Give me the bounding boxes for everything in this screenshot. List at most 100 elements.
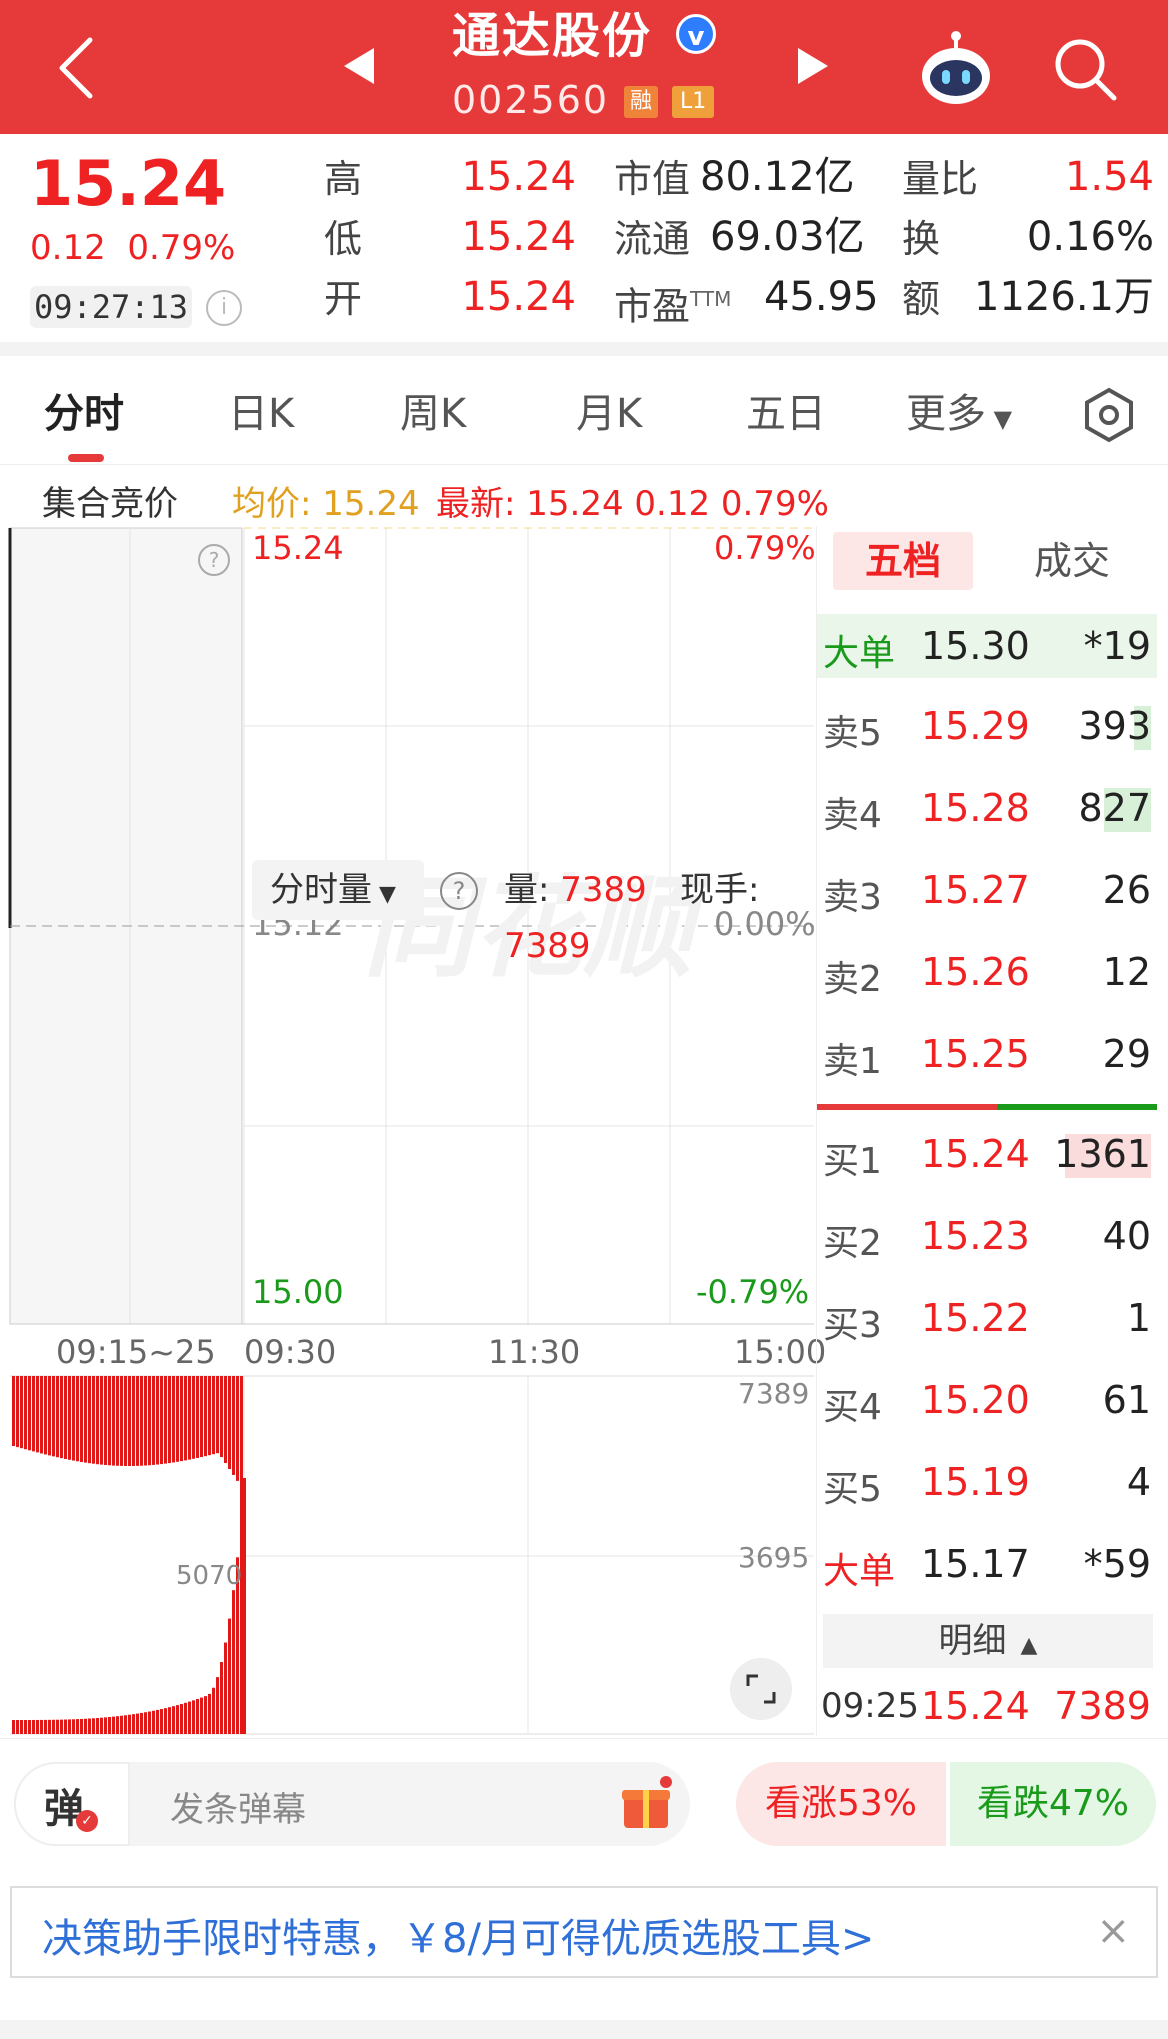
promo-banner[interactable]: 决策助手限时特惠，￥8/月可得优质选股工具> × xyxy=(10,1886,1158,1978)
auction-volume-bar-bottom xyxy=(232,1590,235,1734)
danmu-placeholder[interactable]: 发条弹幕 xyxy=(170,1782,306,1831)
vote-bullish-button[interactable]: 看涨53% xyxy=(736,1762,946,1846)
auction-volume-bar-top xyxy=(172,1376,175,1463)
open-label: 开 xyxy=(324,277,363,321)
ask-level-label: 卖1 xyxy=(823,1041,882,1082)
auction-volume-bar-bottom xyxy=(168,1707,171,1734)
tab-monthly-k[interactable]: 月K xyxy=(576,384,642,444)
active-tab-indicator xyxy=(68,454,104,462)
danmu-toggle[interactable]: 弹 ✓ xyxy=(14,1762,130,1846)
tab-daily-k[interactable]: 日K xyxy=(228,384,294,444)
robot-assistant-icon[interactable] xyxy=(916,30,996,110)
axis-price-high: 15.24 xyxy=(252,529,344,567)
tab-five-day[interactable]: 五日 xyxy=(746,384,826,444)
intraday-chart[interactable]: 同花顺 15.24 15.12 15.00 0.79% 0.00% -0.79%… xyxy=(8,526,826,1735)
stock-name[interactable]: 通达股份 xyxy=(452,6,652,66)
bid-level-row[interactable]: 买5 15.19 4 xyxy=(817,1450,1157,1514)
bid-level-row[interactable]: 买3 15.22 1 xyxy=(817,1286,1157,1350)
ask-level-row[interactable]: 卖4 15.28 827 xyxy=(817,776,1157,840)
promo-text[interactable]: 决策助手限时特惠，￥8/月可得优质选股工具> xyxy=(42,1906,874,1964)
auction-volume-bar-top xyxy=(72,1376,75,1461)
auction-volume-bar-bottom xyxy=(176,1705,179,1734)
auction-volume-bar-bottom xyxy=(12,1720,15,1734)
tab-more[interactable]: 更多 ▼ xyxy=(906,384,1012,449)
bid-level-row[interactable]: 买4 15.20 61 xyxy=(817,1368,1157,1432)
bid-level-label: 买1 xyxy=(823,1141,882,1182)
latest-price-label: 最新: 15.24 0.12 0.79% xyxy=(436,484,829,524)
auction-volume-bar-top xyxy=(240,1376,243,1487)
bid-level-price: 15.19 xyxy=(921,1460,1030,1504)
ask-level-row[interactable]: 卖5 15.29 393 xyxy=(817,694,1157,758)
fullscreen-expand-icon[interactable] xyxy=(730,1658,792,1720)
gift-icon[interactable] xyxy=(618,1776,674,1832)
tab-intraday[interactable]: 分时 xyxy=(44,384,124,444)
auction-volume-bar-bottom xyxy=(216,1677,219,1734)
chart-canvas: 同花顺 xyxy=(8,527,814,1735)
axis-time-open: 09:30 xyxy=(244,1333,337,1371)
high-label: 高 xyxy=(324,157,363,201)
auction-volume-bar-bottom xyxy=(40,1719,43,1734)
back-arrow-icon[interactable] xyxy=(48,28,108,108)
auction-volume-bar-top xyxy=(168,1376,171,1464)
volume-label: 量: 7389 xyxy=(504,868,647,912)
axis-pct-high: 0.79% xyxy=(714,529,816,567)
chevron-down-icon: ▼ xyxy=(986,405,1013,433)
auction-volume-bar-top xyxy=(104,1376,107,1465)
auction-volume-bar-top xyxy=(80,1376,83,1462)
ask-level-price: 15.29 xyxy=(921,704,1030,748)
close-icon[interactable]: × xyxy=(1096,1908,1130,1954)
settings-hexagon-icon[interactable] xyxy=(1080,386,1138,444)
auction-volume-bar-top xyxy=(56,1376,59,1458)
auction-volume-bar-top xyxy=(76,1376,79,1462)
tab-five-levels[interactable]: 五档 xyxy=(833,532,973,590)
auction-volume-bar-bottom xyxy=(212,1687,215,1734)
auction-volume-bar-top xyxy=(60,1376,63,1459)
auction-volume-bar-bottom xyxy=(64,1719,67,1734)
ask-level-price: 15.27 xyxy=(921,868,1030,912)
price-change-value: 0.12 xyxy=(30,228,106,268)
auction-volume-bar-bottom xyxy=(192,1700,195,1734)
ask-level-row[interactable]: 卖3 15.27 26 xyxy=(817,858,1157,922)
chart-info-line: 集合竞价 均价: 15.24 最新: 15.24 0.12 0.79% xyxy=(0,470,1168,526)
auction-volume-bar-top xyxy=(68,1376,71,1460)
axis-time-auction: 09:15~25 xyxy=(56,1333,216,1371)
info-icon[interactable]: i xyxy=(206,290,242,326)
auction-volume-bar-bottom xyxy=(128,1714,131,1734)
bid-level-price: 15.23 xyxy=(921,1214,1030,1258)
auction-volume-bar-bottom xyxy=(52,1719,55,1734)
ask-level-label: 卖2 xyxy=(823,959,882,1000)
previous-stock-icon[interactable] xyxy=(338,42,382,90)
market-cap-value: 80.12亿 xyxy=(700,154,855,200)
auction-volume-bar-top xyxy=(164,1376,167,1464)
search-icon[interactable] xyxy=(1050,34,1120,104)
high-value: 15.24 xyxy=(461,154,576,200)
trade-vol: 7389 xyxy=(1054,1684,1151,1728)
auction-volume-bar-top xyxy=(12,1376,15,1446)
trade-row: 09:25 15.24 7389 xyxy=(817,1680,1157,1734)
help-icon[interactable]: ? xyxy=(198,544,230,576)
ask-level-row[interactable]: 卖2 15.26 12 xyxy=(817,940,1157,1004)
detail-toggle[interactable]: 明细 ▲ xyxy=(823,1614,1153,1668)
help-icon[interactable]: ? xyxy=(440,872,478,910)
big-sell-vol: *19 xyxy=(1083,624,1151,668)
bid-level-volume: 4 xyxy=(1126,1460,1151,1504)
danmu-input-bar[interactable]: 弹 ✓ 发条弹幕 xyxy=(14,1762,690,1846)
verified-badge-icon: v xyxy=(676,14,716,54)
tab-weekly-k[interactable]: 周K xyxy=(400,384,466,444)
stock-code: 002560 xyxy=(452,78,610,122)
big-sell-price: 15.30 xyxy=(921,624,1030,668)
vote-bearish-button[interactable]: 看跌47% xyxy=(950,1762,1156,1846)
ask-level-volume: 393 xyxy=(1078,704,1151,748)
auction-volume-bar-bottom xyxy=(152,1710,155,1734)
auction-volume-bar-bottom xyxy=(48,1719,51,1734)
next-stock-icon[interactable] xyxy=(790,42,834,90)
trade-price: 15.24 xyxy=(921,1684,1030,1728)
volume-selector[interactable]: 分时量 ▼ xyxy=(252,860,424,920)
tab-trades[interactable]: 成交 xyxy=(1007,532,1137,590)
bid-level-row[interactable]: 买1 15.24 1361 xyxy=(817,1122,1157,1186)
bid-level-row[interactable]: 买2 15.23 40 xyxy=(817,1204,1157,1268)
pe-value: 45.95 xyxy=(764,274,879,320)
auction-volume-bar-bottom xyxy=(148,1711,151,1734)
auction-volume-bar-bottom xyxy=(224,1642,227,1734)
ask-level-row[interactable]: 卖1 15.25 29 xyxy=(817,1022,1157,1086)
